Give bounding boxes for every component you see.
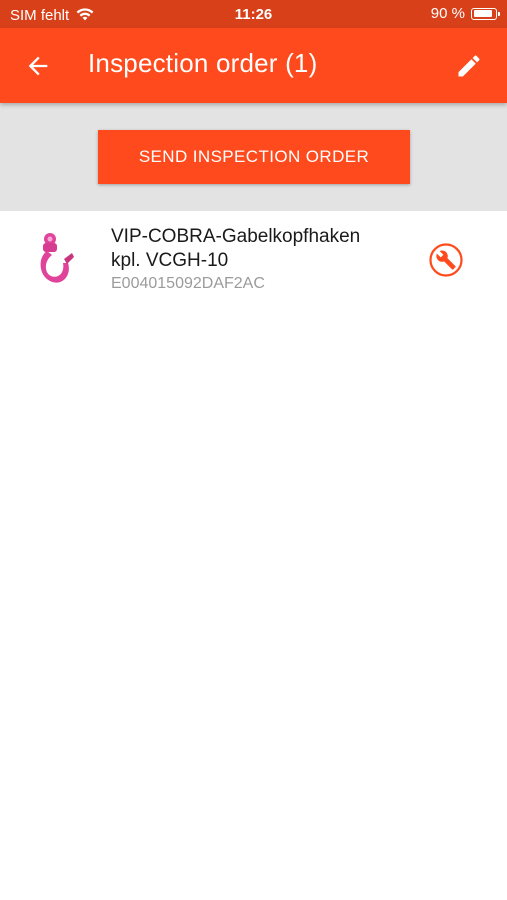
status-bar: SIM fehlt 11:26 90 %: [0, 0, 507, 28]
page-title: Inspection order (1): [88, 48, 318, 78]
battery-percent: 90 %: [430, 5, 465, 22]
item-id: E004015092DAF2AC: [111, 275, 265, 292]
wrench-icon[interactable]: [428, 242, 464, 278]
status-right: 90 %: [430, 5, 500, 22]
app-bar: Inspection order (1): [0, 28, 507, 103]
battery-icon: [471, 7, 500, 20]
item-name-line1: VIP-COBRA-Gabelkopfhaken: [111, 226, 361, 247]
hook-product-icon: [30, 231, 80, 287]
action-area: SEND INSPECTION ORDER: [0, 103, 507, 211]
pencil-icon[interactable]: [455, 52, 483, 80]
item-name-line2: kpl. VCGH-10: [111, 250, 229, 271]
battery-fill: [473, 10, 493, 17]
item-text: VIP-COBRA-Gabelkopfhaken kpl. VCGH-10 E0…: [111, 225, 411, 294]
arrow-back-icon[interactable]: [24, 52, 52, 80]
send-inspection-order-button[interactable]: SEND INSPECTION ORDER: [98, 130, 410, 184]
list-item[interactable]: VIP-COBRA-Gabelkopfhaken kpl. VCGH-10 E0…: [0, 211, 507, 303]
inspection-list: VIP-COBRA-Gabelkopfhaken kpl. VCGH-10 E0…: [0, 211, 507, 303]
